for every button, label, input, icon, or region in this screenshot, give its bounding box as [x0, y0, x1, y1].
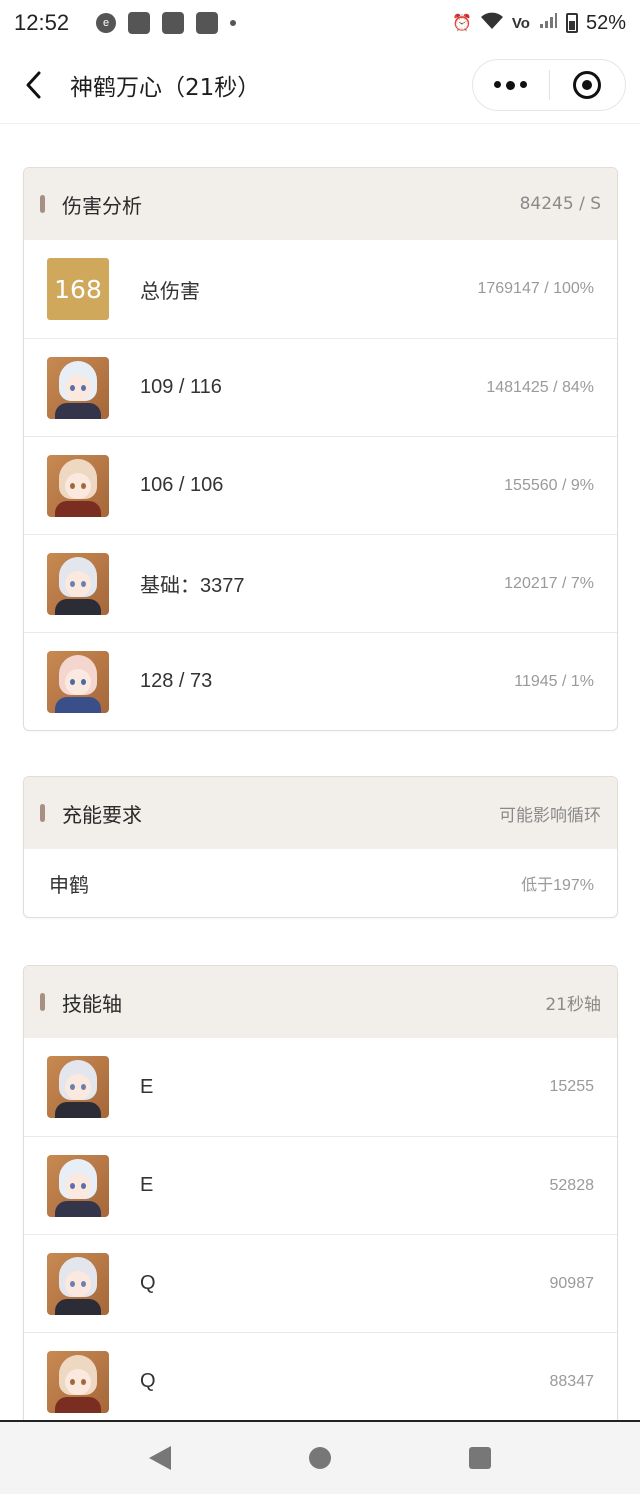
kazuha-avatar [47, 1350, 109, 1413]
more-dots-icon [494, 80, 528, 90]
row-label: 106 / 106 [140, 474, 224, 496]
card-note: 可能影响循环 [499, 805, 601, 826]
shenhe-avatar [47, 1252, 109, 1315]
target-close-icon [573, 71, 602, 99]
row-value: 1481425 / 84% [486, 378, 594, 396]
skill-rotation-card: 技能轴 21秒轴 E 15255 E 52828 Q 90987 Q 88347 [23, 965, 618, 1435]
energy-row: 申鹤 低于197% [24, 849, 617, 917]
row-label: 申鹤 [49, 874, 89, 897]
skill-label: Q [140, 1370, 156, 1392]
alarm-icon: ⏰ [451, 15, 472, 32]
more-notifications-icon [230, 20, 236, 26]
system-home-button[interactable] [309, 1447, 331, 1469]
card-note: 21秒轴 [545, 994, 601, 1015]
app-notification-icon [162, 12, 184, 34]
app-notification-icon [128, 12, 150, 34]
dps-value: 84245 / S [519, 194, 601, 214]
kazuha-avatar [47, 454, 109, 517]
ayaka-avatar [47, 1154, 109, 1217]
row-value: 低于197% [521, 877, 594, 894]
character-damage-row: 106 / 106 155560 / 9% [24, 436, 617, 534]
status-time: 12:52 [14, 10, 70, 35]
skill-label: Q [140, 1272, 156, 1294]
battery-percent: 52% [585, 11, 626, 34]
character-damage-row: 基础：3377 120217 / 7% [24, 534, 617, 632]
card-title: 伤害分析 [62, 193, 142, 218]
skill-row: Q 90987 [24, 1234, 617, 1332]
miniprogram-capsule [472, 59, 626, 111]
character-damage-row: 109 / 116 1481425 / 84% [24, 338, 617, 436]
header-marker [40, 993, 45, 1011]
skill-damage: 15255 [549, 1078, 595, 1095]
card-title: 充能要求 [62, 802, 142, 827]
card-header: 技能轴 21秒轴 [24, 966, 617, 1038]
close-miniprogram-button[interactable] [550, 60, 626, 110]
card-title: 技能轴 [62, 991, 122, 1016]
row-value: 1769147 / 100% [477, 280, 594, 297]
wifi-icon [480, 12, 504, 35]
total-damage-row: 168 总伤害 1769147 / 100% [24, 240, 617, 338]
volte-icon: Vo [511, 14, 530, 32]
nav-bar: 神鹤万心（21秒） [0, 46, 640, 124]
notification-icons: e [96, 12, 236, 34]
row-label: 总伤害 [140, 280, 200, 303]
header-marker [40, 804, 45, 822]
page-title: 神鹤万心（21秒） [70, 74, 261, 101]
card-header: 伤害分析 84245 / S [24, 168, 617, 240]
status-bar: 12:52 e ⏰ Vo 52% [0, 0, 640, 46]
system-back-button[interactable] [149, 1446, 171, 1470]
skill-row: Q 88347 [24, 1332, 617, 1430]
system-icons: ⏰ Vo 52% [452, 12, 626, 35]
damage-analysis-card: 伤害分析 84245 / S 168 总伤害 1769147 / 100% 10… [23, 167, 618, 731]
kokomi-avatar [47, 650, 109, 713]
header-marker [40, 195, 45, 213]
system-recents-button[interactable] [469, 1447, 491, 1469]
skill-damage: 52828 [549, 1176, 595, 1194]
shenhe-avatar [47, 1056, 109, 1118]
system-nav-bar [0, 1420, 640, 1494]
skill-row: E 52828 [24, 1136, 617, 1234]
energy-requirement-card: 充能要求 可能影响循环 申鹤 低于197% [23, 776, 618, 918]
skill-damage: 88347 [549, 1372, 595, 1390]
rank-badge: 168 [47, 258, 109, 320]
skill-label: E [140, 1075, 154, 1098]
row-label: 109 / 116 [140, 376, 222, 398]
card-header: 充能要求 可能影响循环 [24, 777, 617, 849]
app-notification-icon [196, 12, 218, 34]
signal-icon [538, 12, 558, 35]
row-label: 128 / 73 [140, 670, 213, 692]
skill-damage: 90987 [549, 1274, 595, 1292]
more-button[interactable] [473, 60, 549, 110]
chevron-left-icon [26, 71, 41, 98]
row-value: 120217 / 7% [504, 574, 594, 592]
shenhe-avatar [47, 552, 109, 615]
app-notification-icon: e [96, 13, 116, 33]
row-label: 基础：3377 [140, 575, 245, 597]
row-value: 11945 / 1% [514, 672, 594, 690]
skill-label: E [140, 1174, 154, 1196]
row-value: 155560 / 9% [504, 476, 594, 494]
battery-icon [565, 13, 578, 33]
skill-row: E 15255 [24, 1038, 617, 1136]
ayaka-avatar [47, 356, 109, 419]
back-button[interactable] [4, 55, 64, 115]
character-damage-row: 128 / 73 11945 / 1% [24, 632, 617, 730]
